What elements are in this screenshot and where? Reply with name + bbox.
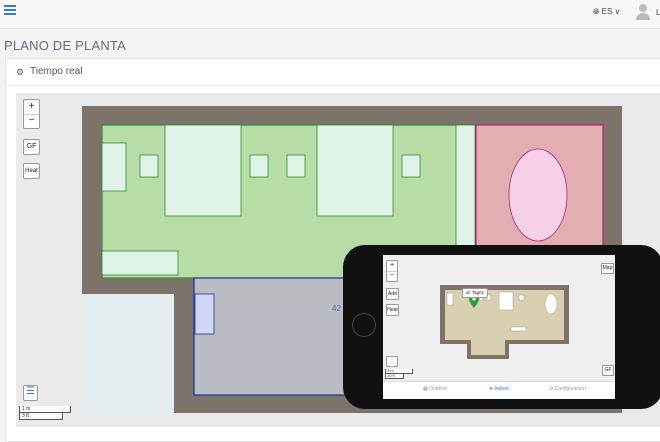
phone-mockup: id: Tag01 + − Add Heat Map GF 3 m 10 ft … <box>343 245 660 409</box>
list-icon[interactable]: ☰ <box>23 385 38 401</box>
phone-screen: id: Tag01 + − Add Heat Map GF 3 m 10 ft … <box>383 255 615 399</box>
phone-furniture <box>510 326 527 332</box>
furniture-desk <box>101 250 179 276</box>
phone-table <box>544 293 558 315</box>
phone-room <box>471 337 505 355</box>
furniture-cabinet <box>194 293 215 335</box>
location-arrow-icon: ➤ <box>489 386 494 392</box>
scale-imperial: 3 ft <box>19 413 63 420</box>
zoom-out-button[interactable]: − <box>24 115 39 128</box>
phone-home-button <box>352 313 376 337</box>
nav-configuracion[interactable]: ⚙ Configuración <box>549 386 586 392</box>
gear-icon: ⚙ <box>549 386 554 392</box>
phone-map[interactable]: id: Tag01 + − Add Heat Map GF 3 m 10 ft <box>383 255 615 381</box>
phone-heat-button[interactable]: Heat <box>386 304 399 316</box>
furniture-chair <box>286 154 306 178</box>
nav-indoor[interactable]: ➤ Indoor <box>489 386 509 392</box>
nav-configuracion-label: Configuración <box>554 386 586 392</box>
phone-furniture <box>498 291 514 311</box>
user-name[interactable]: L <box>656 8 660 17</box>
user-avatar-icon[interactable] <box>636 4 650 20</box>
meeting-table <box>508 148 568 242</box>
zoom-in-button[interactable]: + <box>24 100 39 115</box>
furniture-desk <box>101 142 127 192</box>
phone-map-scale: 3 m 10 ft <box>385 369 413 379</box>
furniture-table <box>164 124 242 217</box>
nav-indoor-label: Indoor <box>494 386 509 392</box>
marker-tooltip: id: Tag01 <box>462 288 489 298</box>
exterior-area <box>82 294 174 413</box>
phone-furniture <box>518 294 525 301</box>
map-icon: ▦ <box>423 386 428 392</box>
chevron-down-icon: ∨ <box>614 7 621 16</box>
scale-metric: 1 m <box>19 406 71 413</box>
phone-map-button[interactable]: Map <box>601 263 614 274</box>
phone-zoom-in-button[interactable]: + <box>387 261 397 272</box>
nav-outdoor-label: Outdoor <box>429 386 448 392</box>
phone-square-button[interactable] <box>386 356 398 367</box>
room-gray <box>193 277 347 396</box>
floor-button[interactable]: GF <box>23 139 40 155</box>
top-navbar: 🌐︎ ES ∨ L <box>0 0 660 29</box>
phone-zoom-out-button[interactable]: − <box>387 272 397 281</box>
panel-header-title: Tiempo real <box>30 66 83 77</box>
phone-bottom-nav: ▦ Outdoor ➤ Indoor ⚙ Configuración <box>383 381 615 399</box>
map-scale: 1 m 3 ft <box>19 406 71 422</box>
furniture-chair <box>249 154 269 178</box>
phone-floor-button[interactable]: GF <box>602 365 614 376</box>
gears-icon: ⚙ <box>16 67 25 77</box>
globe-icon: 🌐︎ <box>593 7 600 16</box>
heat-button[interactable]: Heat <box>23 163 40 179</box>
language-selector[interactable]: 🌐︎ ES ∨ <box>593 7 620 17</box>
panel-header: ⚙ Tiempo real <box>6 59 660 86</box>
hamburger-icon[interactable] <box>4 5 16 15</box>
phone-furniture <box>446 292 454 306</box>
phone-zoom-control: + − <box>386 260 398 282</box>
phone-scale-imperial: 10 ft <box>385 374 404 379</box>
furniture-table <box>316 124 394 217</box>
phone-add-button[interactable]: Add <box>386 288 399 300</box>
furniture-chair <box>139 154 159 178</box>
language-label: ES <box>601 7 613 16</box>
map-marker-label: 42 <box>332 304 341 313</box>
nav-outdoor[interactable]: ▦ Outdoor <box>423 386 447 392</box>
page-title: PLANO DE PLANTA <box>4 38 126 53</box>
zoom-control: + − <box>23 99 40 129</box>
furniture-chair <box>401 154 421 178</box>
phone-floor-plan-svg <box>440 285 569 359</box>
